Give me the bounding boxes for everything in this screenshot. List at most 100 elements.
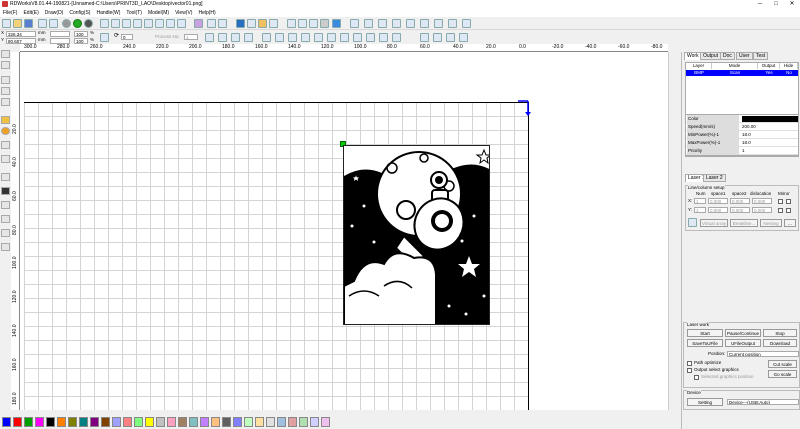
layer-output[interactable]: Yes [758,70,780,76]
prop-value[interactable]: 18.0 [742,131,751,139]
palette-swatch[interactable] [222,417,231,427]
palette-swatch[interactable] [24,417,33,427]
start-circle-icon[interactable] [73,19,82,28]
minimize-button[interactable]: ─ [752,0,768,9]
same-width-icon[interactable] [353,33,362,42]
undo-icon[interactable] [62,19,71,28]
mirror-h-icon[interactable] [205,33,214,42]
delete-tool-icon[interactable] [1,187,10,195]
menu-edit[interactable]: Edit(E) [20,9,41,17]
ellipse-tool-icon[interactable] [1,127,10,135]
palette-swatch[interactable] [189,417,198,427]
palette-swatch[interactable] [134,417,143,427]
prop-value[interactable]: 1 [742,147,745,155]
palette-swatch[interactable] [233,417,242,427]
align-center-icon[interactable] [340,33,349,42]
angle-field[interactable]: 0 [121,34,133,40]
palette-swatch[interactable] [68,417,77,427]
nesting-button[interactable]: Nesting [760,219,782,227]
node-edit-icon[interactable] [1,61,10,69]
x-mirror-h-checkbox[interactable] [778,199,783,204]
laser-head-icon[interactable] [1,173,10,181]
align-center-h-icon[interactable] [314,33,323,42]
curve-tool-icon[interactable] [1,98,10,106]
palette-swatch[interactable] [167,417,176,427]
layer-mode[interactable]: Scan [712,70,758,76]
y-num-field[interactable]: 1 [694,207,706,213]
array-layout-icon[interactable] [688,218,697,227]
palette-swatch[interactable] [145,417,154,427]
tab-work[interactable]: Work [684,52,702,60]
zoom-page-icon[interactable] [133,19,142,28]
bitmap-handle-icon[interactable] [269,19,278,28]
palette-swatch[interactable] [244,417,253,427]
import-icon[interactable] [38,19,47,28]
align-center-v-icon[interactable] [327,33,336,42]
align-top-icon[interactable] [288,33,297,42]
triangle-tool-icon[interactable] [1,201,10,209]
menu-help[interactable]: Help(H) [195,9,218,17]
output-select-checkbox[interactable] [687,368,692,373]
distribute-h-icon[interactable] [420,33,429,42]
distribute-v-icon[interactable] [433,33,442,42]
zoom-select-icon[interactable] [144,19,153,28]
x-mirror-v-checkbox[interactable] [786,199,791,204]
prop-value[interactable]: 18.0 [742,139,751,147]
palette-swatch[interactable] [2,417,11,427]
align-left-icon[interactable] [262,33,271,42]
scissors-icon[interactable] [247,19,256,28]
tab-user[interactable]: User [736,52,753,60]
selected-position-checkbox[interactable] [694,375,699,380]
color-swatch[interactable] [742,116,798,122]
prop-value[interactable]: 200.00 [742,123,756,131]
bezier-icon[interactable] [378,19,387,28]
select-frame-icon[interactable] [194,19,203,28]
node-icon[interactable] [392,19,401,28]
virtual-array-button[interactable]: Virtual array [700,219,728,227]
palette-swatch[interactable] [211,417,220,427]
monitor-icon[interactable] [236,19,245,28]
zoom-window-icon[interactable] [166,19,175,28]
zoom-fit-icon[interactable] [122,19,131,28]
matrix-icon[interactable] [1,243,10,251]
rotate-icon[interactable] [218,19,227,28]
mirror-v-icon[interactable] [218,33,227,42]
pause-continue-button[interactable]: Pause/Continue [725,329,761,337]
drawing-canvas[interactable] [20,52,668,410]
setting-button[interactable]: Setting [687,398,723,406]
glasses-icon[interactable] [287,19,296,28]
path-optimize-checkbox[interactable] [687,361,692,366]
menu-file[interactable]: File(F) [0,9,20,17]
tool-icon[interactable] [320,19,329,28]
download-button[interactable]: Download [763,339,797,347]
start-button[interactable]: Start [687,329,723,337]
palette-swatch[interactable] [266,417,275,427]
point-tool-icon[interactable] [1,155,10,163]
space-h-icon[interactable] [446,33,455,42]
pan-icon[interactable] [155,19,164,28]
astronaut-bitmap[interactable] [343,145,490,325]
x-num-field[interactable]: 1 [694,198,706,204]
same-size-icon[interactable] [379,33,388,42]
x-space1-field[interactable]: 0.000 [708,198,728,204]
curve-icon[interactable] [350,19,359,28]
lock-ratio-icon[interactable] [100,33,109,42]
multi-shape-icon[interactable] [258,19,267,28]
y-dislocation-field[interactable]: 0.000 [752,207,772,213]
palette-swatch[interactable] [288,417,297,427]
y-mirror-h-checkbox[interactable] [778,208,783,213]
polyline-tool-icon[interactable] [1,87,10,95]
rotate-neg90-icon[interactable] [244,33,253,42]
save-icon[interactable] [24,19,33,28]
maximize-button[interactable]: □ [768,0,784,9]
more-button[interactable]: ... [784,219,796,227]
tab-output[interactable]: Output [700,52,722,60]
refresh-icon[interactable] [177,19,186,28]
image-trace-icon[interactable] [448,19,457,28]
layer-row[interactable]: BMP Scan Yes No [686,70,798,76]
palette-swatch[interactable] [112,417,121,427]
x-position-field[interactable]: 326.34 [6,31,36,37]
palette-swatch[interactable] [321,417,330,427]
space-v-icon[interactable] [459,33,468,42]
y-space2-field[interactable]: 0.000 [730,207,750,213]
